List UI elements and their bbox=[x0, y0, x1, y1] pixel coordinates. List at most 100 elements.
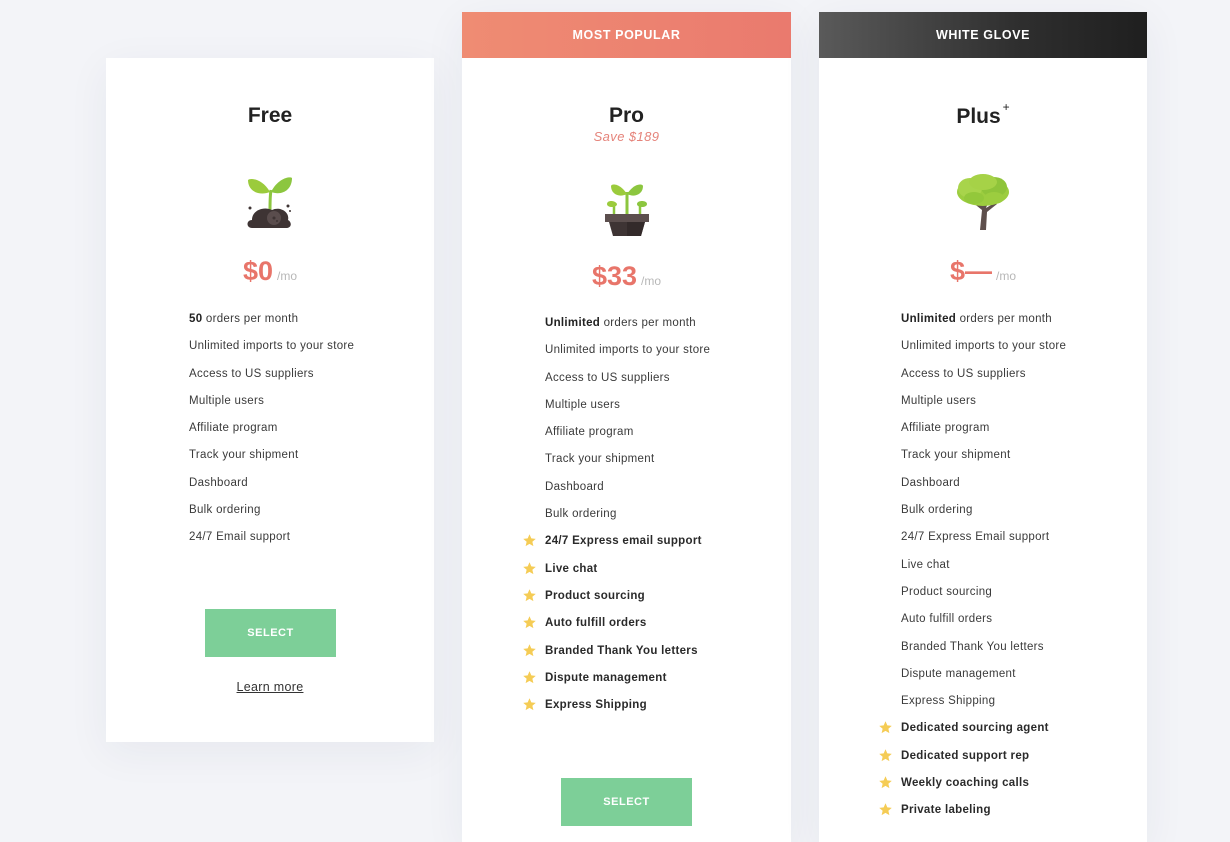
feature-item: Access to US suppliers bbox=[901, 367, 1066, 394]
feature-text: Dashboard bbox=[545, 480, 604, 493]
select-free-button[interactable]: SELECT bbox=[205, 609, 336, 657]
feature-text: Access to US suppliers bbox=[901, 367, 1026, 380]
feature-text: Live chat bbox=[545, 562, 598, 575]
plan-title: Pro bbox=[608, 104, 644, 127]
feature-text: Access to US suppliers bbox=[545, 371, 670, 384]
feature-item: Unlimited imports to your store bbox=[901, 339, 1066, 366]
feature-item: Auto fulfill orders bbox=[523, 616, 710, 643]
plan-card-plus: WHITE GLOVE Plus + $— /mo Unlimited orders… bbox=[819, 12, 1147, 842]
feature-item: Track your shipment bbox=[189, 448, 354, 475]
feature-text: Affiliate program bbox=[901, 422, 990, 435]
price-period: /mo bbox=[277, 269, 298, 283]
feature-text: Product sourcing bbox=[545, 589, 646, 602]
feature-item: Bulk ordering bbox=[545, 507, 710, 534]
price-amount: $33 bbox=[591, 261, 638, 291]
plan-price: $— /mo bbox=[819, 256, 1147, 287]
feature-item: Branded Thank You letters bbox=[901, 640, 1066, 667]
feature-text: Branded Thank You letters bbox=[545, 644, 698, 657]
feature-item: Unlimited orders per month bbox=[545, 316, 710, 343]
star-icon bbox=[522, 533, 537, 548]
feature-text: Unlimited imports to your store bbox=[189, 340, 355, 353]
feature-item: Product sourcing bbox=[523, 589, 710, 616]
plus-superscript: + bbox=[1002, 100, 1010, 114]
star-icon bbox=[522, 615, 537, 630]
feature-item: Track your shipment bbox=[901, 448, 1066, 475]
feature-item: Live chat bbox=[901, 558, 1066, 585]
feature-item: Access to US suppliers bbox=[545, 371, 710, 398]
feature-text: Dedicated support rep bbox=[901, 749, 1030, 762]
learn-more-link[interactable]: Learn more bbox=[106, 680, 434, 694]
feature-list: Unlimited orders per month Unlimited impo… bbox=[879, 312, 1066, 831]
feature-item: Dashboard bbox=[545, 480, 710, 507]
feature-text: Multiple users bbox=[901, 394, 977, 407]
feature-item: Dashboard bbox=[189, 476, 354, 503]
feature-text: Dedicated sourcing agent bbox=[901, 722, 1049, 735]
plan-body-plus: Plus + $—/mo Unlimited orders per month Un… bbox=[819, 58, 1147, 842]
star-icon bbox=[878, 775, 893, 790]
feature-text: Multiple users bbox=[189, 394, 265, 407]
star-icon bbox=[522, 561, 537, 576]
feature-text: Affiliate program bbox=[189, 422, 278, 435]
banner-label: WHITE GLOVE bbox=[935, 28, 1031, 42]
feature-item: Private labeling bbox=[879, 803, 1066, 830]
feature-text: Auto fulfill orders bbox=[901, 613, 993, 626]
feature-text: 24/7 Express Email support bbox=[901, 531, 1050, 544]
feature-item: Dashboard bbox=[901, 476, 1066, 503]
star-icon bbox=[878, 748, 893, 763]
feature-text: Private labeling bbox=[901, 804, 991, 817]
feature-text: orders per month bbox=[202, 313, 299, 325]
star-icon bbox=[522, 670, 537, 685]
price-amount: $0 bbox=[242, 256, 274, 286]
feature-emphasis: 50 bbox=[189, 313, 203, 325]
price-amount: $— bbox=[949, 256, 992, 286]
feature-text: Bulk ordering bbox=[189, 504, 261, 517]
feature-item: Multiple users bbox=[545, 398, 710, 425]
star-icon bbox=[522, 697, 537, 712]
feature-item: Bulk ordering bbox=[189, 503, 354, 530]
feature-text: Track your shipment bbox=[901, 449, 1011, 462]
feature-text: Track your shipment bbox=[545, 453, 655, 466]
feature-text: Unlimited imports to your store bbox=[901, 340, 1067, 353]
feature-text: orders per month bbox=[956, 313, 1052, 325]
feature-item: Bulk ordering bbox=[901, 503, 1066, 530]
sprout-in-soil-icon bbox=[244, 174, 296, 235]
feature-text: Dashboard bbox=[901, 476, 960, 489]
feature-item: Express Shipping bbox=[523, 698, 710, 725]
feature-text: 24/7 Email support bbox=[189, 531, 291, 544]
feature-text: Track your shipment bbox=[189, 449, 299, 462]
plan-price: $0/mo bbox=[106, 256, 434, 287]
feature-item: 24/7 Email support bbox=[189, 530, 354, 557]
feature-text: Multiple users bbox=[545, 398, 621, 411]
save-note: Save $189 bbox=[593, 129, 660, 144]
price-period: /mo bbox=[641, 274, 662, 288]
price-period: /mo bbox=[996, 269, 1017, 283]
feature-text: Access to US suppliers bbox=[189, 367, 314, 380]
feature-text: Affiliate program bbox=[545, 426, 634, 439]
feature-text: Product sourcing bbox=[901, 585, 993, 598]
plan-price: $33/mo bbox=[462, 261, 791, 292]
feature-list: Unlimited orders per month Unlimited impo… bbox=[523, 316, 710, 725]
star-icon bbox=[878, 720, 893, 735]
feature-text: Express Shipping bbox=[901, 695, 996, 708]
plan-card-free: Free $0/mo 50 orders per month Unlimited … bbox=[106, 58, 434, 742]
feature-text: Bulk ordering bbox=[901, 504, 973, 517]
select-pro-button[interactable]: SELECT bbox=[561, 778, 692, 826]
feature-emphasis: Unlimited bbox=[901, 313, 957, 325]
feature-list: 50 orders per month Unlimited imports to … bbox=[189, 312, 354, 558]
feature-item: Branded Thank You letters bbox=[523, 643, 710, 671]
feature-item: Dispute management bbox=[901, 667, 1066, 694]
feature-text: 24/7 Express email support bbox=[545, 535, 702, 548]
star-icon bbox=[878, 802, 893, 817]
feature-item: Unlimited imports to your store bbox=[545, 343, 710, 370]
feature-text: Dispute management bbox=[901, 667, 1016, 680]
feature-item: Auto fulfill orders bbox=[901, 612, 1066, 639]
feature-text: Auto fulfill orders bbox=[545, 617, 647, 630]
feature-item: Dedicated sourcing agent bbox=[879, 721, 1066, 748]
feature-item: Dispute management bbox=[523, 671, 710, 698]
plan-body-pro: Pro Save $189 $33/mo Unlimited orders pe… bbox=[462, 58, 791, 842]
plan-title: Plus + bbox=[819, 100, 1147, 129]
tree-icon bbox=[954, 174, 1012, 235]
star-icon bbox=[522, 588, 537, 603]
feature-item: Multiple users bbox=[189, 394, 354, 421]
feature-emphasis: Unlimited bbox=[545, 317, 601, 329]
